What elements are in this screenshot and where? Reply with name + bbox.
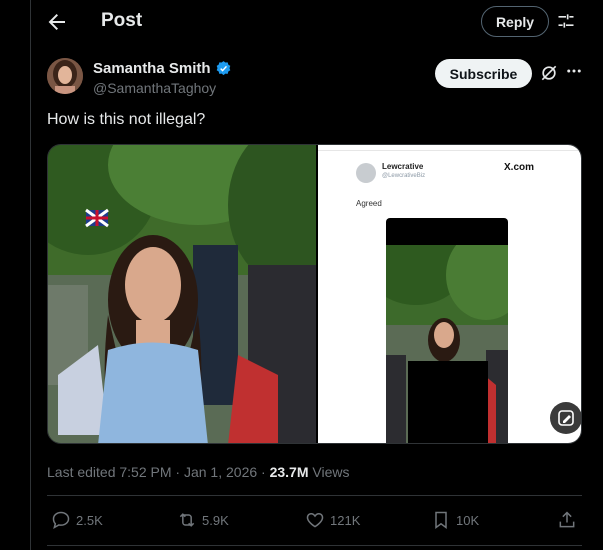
page-title: Post — [101, 10, 143, 31]
author-name-row: Samantha Smith — [93, 60, 232, 77]
divider — [47, 495, 582, 496]
repost-count: 5.9K — [202, 512, 229, 528]
bookmark-count: 10K — [456, 512, 480, 528]
share-icon — [559, 511, 575, 528]
embedded-reply-text: Agreed — [356, 199, 382, 208]
bookmark-action[interactable]: 10K — [431, 506, 479, 534]
author-name[interactable]: Samantha Smith — [93, 60, 211, 77]
like-action[interactable]: 121K — [305, 506, 360, 534]
repost-action[interactable]: 5.9K — [177, 506, 229, 534]
post-photo-2-screenshot[interactable]: Lewcrative @LewcrativeBiz X.com Agreed — [318, 145, 581, 443]
views-label: Views — [308, 464, 350, 480]
phone-top-bar — [386, 218, 508, 245]
arrow-left-icon[interactable] — [45, 10, 69, 34]
main-column: Post Reply Samantha Smith @SamanthaTagho… — [30, 0, 603, 550]
embedded-watermark: X.com — [504, 162, 535, 173]
embedded-author-name: Lewcrative — [382, 162, 424, 171]
verified-badge-icon — [216, 61, 230, 76]
divider-bottom — [47, 545, 582, 546]
views-count: 23.7M — [269, 464, 309, 480]
action-bar: 2.5K 5.9K 121K 10K — [47, 506, 582, 534]
censor-block — [408, 361, 488, 443]
share-action[interactable] — [557, 506, 577, 534]
screenshot-top-strip — [318, 145, 581, 151]
grok-icon[interactable] — [539, 63, 559, 83]
more-options-icon[interactable] — [565, 62, 583, 80]
like-count: 121K — [330, 512, 361, 528]
post-header: Post Reply — [31, 0, 603, 44]
edit-image-button[interactable] — [550, 402, 581, 434]
post-text: How is this not illegal? — [47, 111, 206, 128]
embedded-author-handle: @LewcrativeBiz — [382, 173, 426, 179]
repost-icon — [179, 513, 195, 527]
sliders-icon[interactable] — [556, 11, 576, 31]
comment-icon — [52, 511, 70, 530]
avatar[interactable] — [47, 58, 83, 94]
edit-image-icon — [558, 410, 574, 426]
post-timestamp[interactable]: Last edited 7:52 PM · Jan 1, 2026 · — [47, 464, 270, 480]
bookmark-icon — [435, 511, 447, 529]
reply-count: 2.5K — [76, 512, 103, 528]
reply-action[interactable]: 2.5K — [51, 506, 103, 534]
post-media: Lewcrative @LewcrativeBiz X.com Agreed — [47, 144, 582, 444]
author-handle[interactable]: @SamanthaTaghoy — [93, 80, 216, 96]
embedded-avatar — [356, 163, 376, 183]
post-photo-1[interactable] — [48, 145, 316, 443]
subscribe-button[interactable]: Subscribe — [435, 59, 532, 88]
heart-icon — [306, 512, 324, 528]
reply-button[interactable]: Reply — [481, 6, 549, 37]
post-meta: Last edited 7:52 PM · Jan 1, 2026 · 23.7… — [47, 464, 349, 480]
